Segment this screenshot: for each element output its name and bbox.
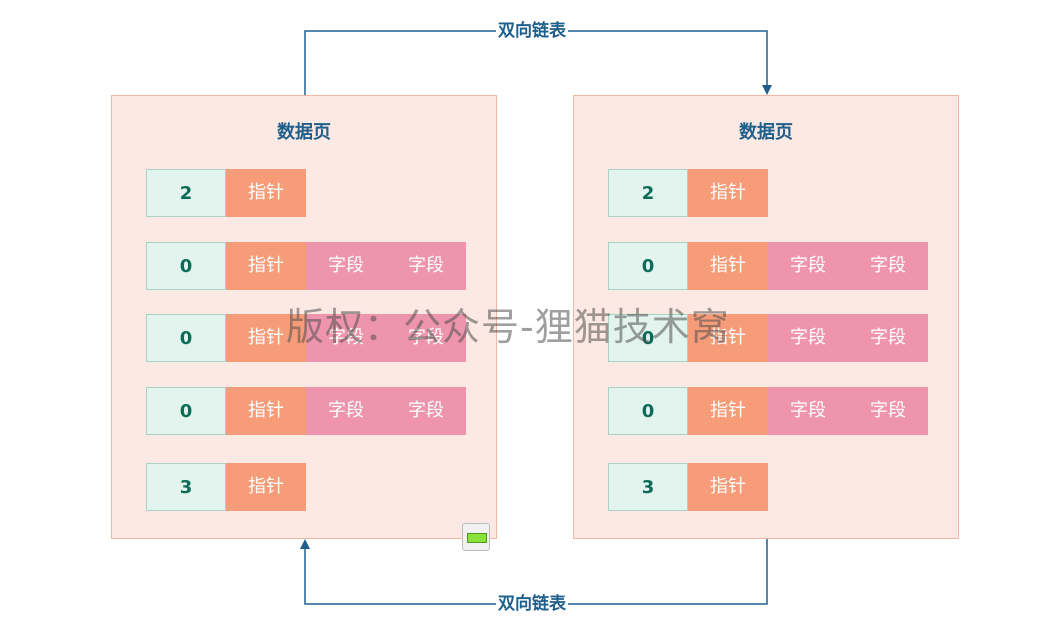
slot-cell: 0 bbox=[608, 387, 688, 435]
slot-cell: 3 bbox=[146, 463, 226, 511]
link-label-bottom: 双向链表 bbox=[496, 593, 568, 615]
record-row: 0 指针 字段 字段 bbox=[146, 242, 466, 290]
field-cell: 字段 bbox=[848, 242, 928, 290]
slot-cell: 0 bbox=[146, 314, 226, 362]
record-row: 2 指针 bbox=[146, 169, 306, 217]
battery-level bbox=[467, 533, 487, 543]
field-cell: 字段 bbox=[768, 314, 848, 362]
field-cell: 字段 bbox=[768, 242, 848, 290]
record-row: 3 指针 bbox=[608, 463, 768, 511]
slot-cell: 3 bbox=[608, 463, 688, 511]
pointer-cell: 指针 bbox=[688, 463, 768, 511]
pointer-cell: 指针 bbox=[226, 463, 306, 511]
field-cell: 字段 bbox=[768, 387, 848, 435]
record-row: 3 指针 bbox=[146, 463, 306, 511]
slot-cell: 2 bbox=[608, 169, 688, 217]
field-cell: 字段 bbox=[306, 242, 386, 290]
pointer-cell: 指针 bbox=[688, 242, 768, 290]
link-label-top: 双向链表 bbox=[496, 20, 568, 42]
record-row: 0 指针 字段 字段 bbox=[146, 387, 466, 435]
page-title: 数据页 bbox=[739, 122, 793, 143]
slot-cell: 0 bbox=[146, 387, 226, 435]
pointer-cell: 指针 bbox=[226, 169, 306, 217]
record-row: 0 指针 字段 字段 bbox=[608, 242, 928, 290]
battery-icon bbox=[462, 523, 490, 551]
field-cell: 字段 bbox=[848, 387, 928, 435]
pointer-cell: 指针 bbox=[226, 242, 306, 290]
record-row: 0 指针 字段 字段 bbox=[608, 387, 928, 435]
field-cell: 字段 bbox=[306, 387, 386, 435]
diagram-canvas: 双向链表 双向链表 数据页 2 指针 0 指针 字段 字段 0 指针 字段 字段… bbox=[0, 0, 1050, 634]
field-cell: 字段 bbox=[386, 242, 466, 290]
slot-cell: 0 bbox=[608, 242, 688, 290]
field-cell: 字段 bbox=[386, 387, 466, 435]
pointer-cell: 指针 bbox=[688, 169, 768, 217]
pointer-cell: 指针 bbox=[688, 387, 768, 435]
pointer-cell: 指针 bbox=[226, 387, 306, 435]
record-row: 2 指针 bbox=[608, 169, 768, 217]
page-title: 数据页 bbox=[277, 122, 331, 143]
slot-cell: 2 bbox=[146, 169, 226, 217]
field-cell: 字段 bbox=[848, 314, 928, 362]
slot-cell: 0 bbox=[146, 242, 226, 290]
watermark-text: 版权：公众号-狸猫技术窝 bbox=[286, 305, 730, 349]
